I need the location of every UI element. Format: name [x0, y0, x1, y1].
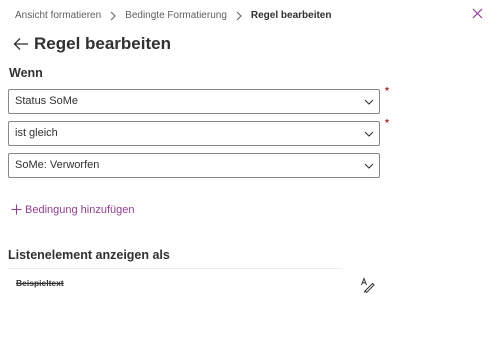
add-condition-button[interactable]: Bedingung hinzufügen	[10, 203, 134, 216]
back-arrow-icon[interactable]	[12, 35, 30, 53]
breadcrumb-current: Regel bearbeiten	[250, 10, 332, 21]
operator-dropdown[interactable]: ist gleich	[8, 121, 380, 146]
comparison-value-dropdown-value: SoMe: Verworfen	[15, 159, 100, 171]
operator-required-marker: *	[385, 118, 389, 129]
field-dropdown[interactable]: Status SoMe	[8, 89, 380, 114]
add-condition-label: Bedingung hinzufügen	[25, 203, 135, 216]
field-required-marker: *	[385, 86, 389, 97]
chevron-down-icon	[364, 163, 374, 169]
chevron-right-icon	[236, 11, 242, 20]
breadcrumb-item-conditional-formatting[interactable]: Bedingte Formatierung	[125, 10, 227, 21]
field-dropdown-value: Status SoMe	[15, 95, 78, 107]
comparison-value-dropdown[interactable]: SoMe: Verworfen	[8, 153, 380, 178]
breadcrumb-item-format-view[interactable]: Ansicht formatieren	[15, 10, 101, 21]
operator-dropdown-value: ist gleich	[15, 127, 58, 139]
chevron-down-icon	[364, 99, 374, 105]
display-section-label: Listenelement anzeigen als	[8, 248, 170, 262]
breadcrumb: Ansicht formatieren Bedingte Formatierun…	[15, 10, 331, 21]
sample-text-preview: Beispieltext	[16, 278, 64, 288]
condition-section-label: Wenn	[9, 66, 43, 80]
plus-icon	[11, 204, 22, 215]
title-row: Regel bearbeiten	[12, 34, 171, 54]
edit-rule-panel: Ansicht formatieren Bedingte Formatierun…	[0, 0, 499, 349]
close-icon[interactable]	[469, 6, 485, 22]
format-text-icon[interactable]	[359, 277, 375, 293]
divider	[8, 268, 343, 269]
page-title: Regel bearbeiten	[34, 34, 171, 53]
chevron-down-icon	[364, 131, 374, 137]
chevron-right-icon	[110, 11, 116, 20]
